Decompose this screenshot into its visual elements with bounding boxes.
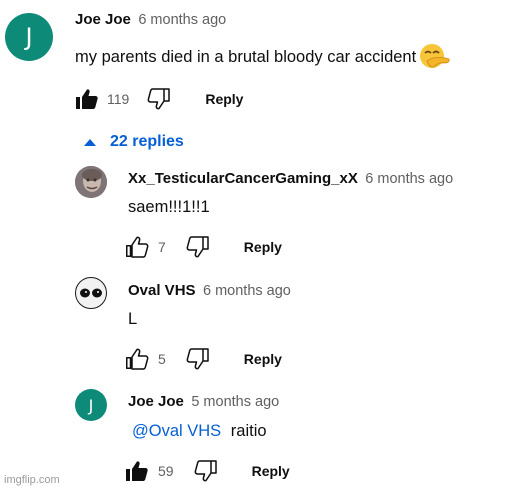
- dislike-button[interactable]: [147, 87, 171, 111]
- reply-author[interactable]: Oval VHS: [128, 282, 196, 299]
- avatar[interactable]: J: [5, 13, 53, 61]
- thumbs-up-outline-icon: [126, 236, 149, 258]
- like-button[interactable]: [125, 235, 149, 259]
- watermark: imgflip.com: [4, 474, 60, 486]
- reply-text: L: [128, 310, 138, 328]
- reply-time[interactable]: 6 months ago: [203, 283, 291, 299]
- thumbs-down-outline-icon: [186, 348, 209, 370]
- comment-header: Joe Joe 6 months ago: [75, 11, 226, 29]
- thumbs-down-outline-icon: [147, 88, 171, 110]
- like-button[interactable]: [125, 347, 149, 371]
- avatar-letter: J: [88, 395, 94, 415]
- comment-author[interactable]: Joe Joe: [75, 11, 131, 28]
- like-count: 7: [158, 239, 166, 255]
- avatar-letter: J: [25, 23, 33, 51]
- comment-time[interactable]: 6 months ago: [138, 12, 226, 28]
- hand-over-mouth-emoji-icon: [418, 43, 450, 71]
- like-button[interactable]: [75, 87, 99, 111]
- reply-header: Oval VHS 6 months ago: [128, 282, 291, 300]
- caret-up-icon: [84, 138, 96, 146]
- reply-header: Xx_TesticularCancerGaming_xX 6 months ag…: [128, 170, 453, 188]
- reply-button[interactable]: Reply: [244, 351, 282, 367]
- like-count: 59: [158, 463, 174, 479]
- reply-button[interactable]: Reply: [244, 239, 282, 255]
- dislike-button[interactable]: [186, 235, 210, 259]
- reply-header: Joe Joe 5 months ago: [128, 393, 279, 411]
- like-button[interactable]: [125, 459, 149, 483]
- reply-author[interactable]: Joe Joe: [128, 393, 184, 410]
- thumbs-down-outline-icon: [186, 236, 209, 258]
- reply-time[interactable]: 6 months ago: [365, 171, 453, 187]
- dislike-button[interactable]: [186, 347, 210, 371]
- thumbs-up-filled-icon: [126, 461, 148, 481]
- reply-actions: 5 Reply: [125, 347, 282, 371]
- avatar[interactable]: [75, 166, 107, 198]
- like-count: 119: [107, 91, 130, 107]
- thumbs-up-outline-icon: [126, 348, 149, 370]
- comment-actions: 119 Reply: [75, 87, 243, 111]
- reply-body: @Oval VHS raitio: [132, 422, 267, 441]
- dislike-button[interactable]: [194, 459, 218, 483]
- reply-author[interactable]: Xx_TesticularCancerGaming_xX: [128, 170, 358, 187]
- thumbs-up-filled-icon: [76, 89, 98, 109]
- avatar[interactable]: [75, 277, 107, 309]
- comment-text: my parents died in a brutal bloody car a…: [75, 47, 417, 66]
- reply-text: raitio: [230, 422, 267, 440]
- thumbs-down-outline-icon: [194, 460, 217, 482]
- oval-face-icon: [80, 288, 102, 298]
- reply-button[interactable]: Reply: [252, 463, 290, 479]
- reply-button[interactable]: Reply: [205, 91, 243, 107]
- reply-actions: 7 Reply: [125, 235, 282, 259]
- reply-time[interactable]: 5 months ago: [191, 394, 279, 410]
- like-count: 5: [158, 351, 166, 367]
- avatar-photo-icon: [75, 166, 107, 198]
- reply-text: saem!!!1!!1: [128, 198, 210, 216]
- avatar[interactable]: J: [75, 389, 107, 421]
- replies-count-label: 22 replies: [110, 133, 184, 150]
- mention-link[interactable]: @Oval VHS: [132, 422, 221, 440]
- reply-actions: 59 Reply: [125, 459, 290, 483]
- replies-toggle[interactable]: 22 replies: [84, 133, 184, 151]
- comment-body: my parents died in a brutal bloody car a…: [75, 43, 450, 71]
